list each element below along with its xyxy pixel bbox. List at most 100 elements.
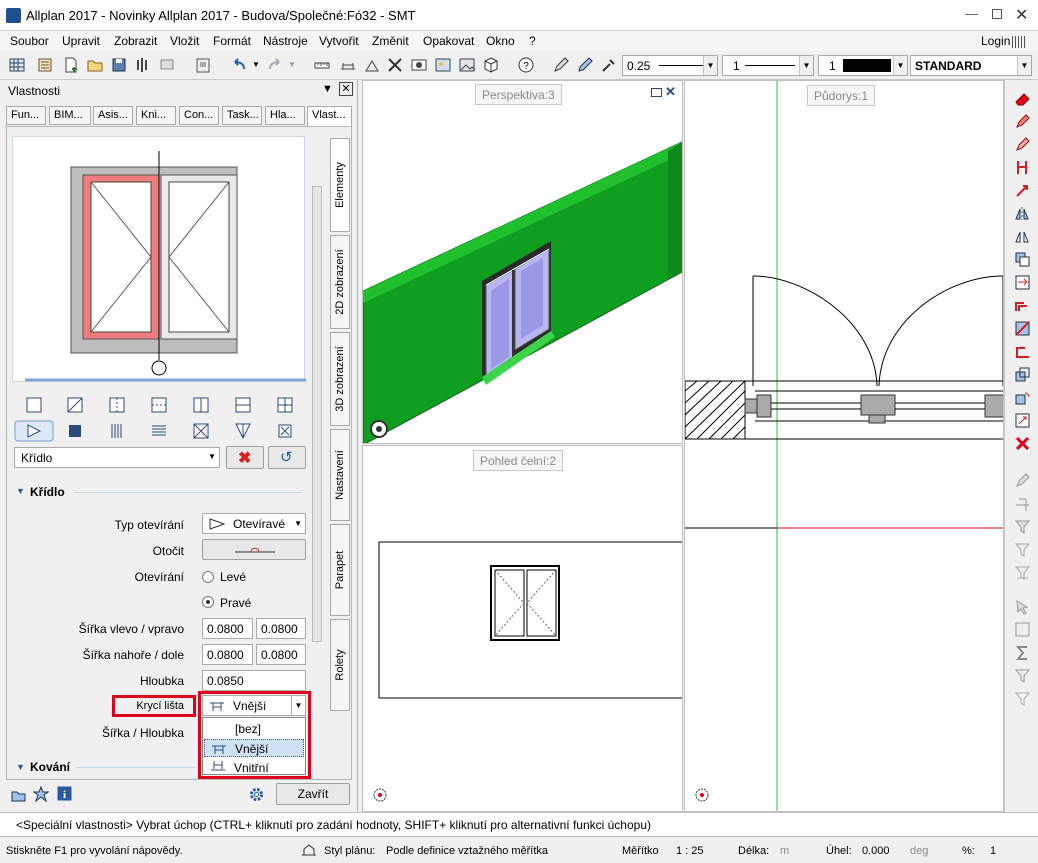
color-select[interactable]: 1 ▼ xyxy=(818,55,908,76)
tab-2d-zobrazeni[interactable]: 2D zobrazení xyxy=(330,235,350,329)
sirka-dole-input[interactable]: 0.0800 xyxy=(256,644,306,665)
tab-properties[interactable]: Vlast... xyxy=(307,106,352,127)
tab-assistant[interactable]: Asis... xyxy=(93,106,133,125)
delete-icon[interactable] xyxy=(1014,435,1031,452)
sash-solid-icon[interactable] xyxy=(64,420,86,442)
shape-cross-icon[interactable] xyxy=(274,394,296,416)
menu-vytvorit[interactable]: Vytvořit xyxy=(319,34,359,48)
erase-icon[interactable] xyxy=(1014,90,1031,107)
filter-icon[interactable] xyxy=(1014,667,1031,684)
pin-icon[interactable]: ▼ xyxy=(322,83,333,95)
disabled-filter-x-icon[interactable] xyxy=(1014,564,1031,581)
settings-gear-icon[interactable] xyxy=(248,786,265,803)
viewport-front[interactable]: Pohled čelní:2 xyxy=(362,445,683,812)
dimension-icon[interactable] xyxy=(363,56,381,74)
favorites-save-icon[interactable] xyxy=(33,786,50,803)
disabled-grid-icon[interactable] xyxy=(1014,621,1031,638)
rotate-element-icon[interactable] xyxy=(1014,389,1031,406)
eyedropper-icon[interactable] xyxy=(600,56,618,74)
menu-format[interactable]: Formát xyxy=(213,34,251,48)
hloubka-input[interactable]: 0.0850 xyxy=(202,670,306,691)
sum-icon[interactable] xyxy=(1014,644,1031,661)
measure-icon[interactable] xyxy=(339,56,357,74)
shape-horizontal-icon[interactable] xyxy=(148,394,170,416)
eye-icon[interactable] xyxy=(410,56,428,74)
extend-icon[interactable] xyxy=(1014,343,1031,360)
shape-transom-icon[interactable] xyxy=(232,394,254,416)
layers-icon[interactable] xyxy=(36,56,54,74)
copy-icon[interactable] xyxy=(1014,251,1031,268)
menu-upravit[interactable]: Upravit xyxy=(62,34,100,48)
preview-scrollbar[interactable] xyxy=(312,186,322,642)
rotate-button[interactable] xyxy=(202,539,306,560)
login-link[interactable]: Login xyxy=(981,34,1010,48)
redo-dropdown-icon[interactable]: ▼ xyxy=(288,60,296,69)
radio-leve[interactable] xyxy=(202,571,214,583)
help-icon[interactable]: ? xyxy=(517,56,535,74)
navigation-cube-icon[interactable] xyxy=(369,419,389,439)
redo-icon[interactable] xyxy=(266,56,284,74)
menu-soubor[interactable]: Soubor xyxy=(10,34,49,48)
viewport-maximize-icon[interactable] xyxy=(651,88,662,97)
image-icon[interactable] xyxy=(458,56,476,74)
scissors-icon[interactable] xyxy=(386,56,404,74)
scale-value[interactable]: 1 : 25 xyxy=(676,845,704,857)
delete-element-button[interactable]: ✖ xyxy=(226,446,264,469)
undo-icon[interactable] xyxy=(230,56,248,74)
pen-red-icon[interactable] xyxy=(1014,113,1031,130)
menu-zmenit[interactable]: Změnit xyxy=(372,34,409,48)
tab-elementy[interactable]: Elementy xyxy=(330,138,350,232)
viewport-perspective[interactable]: Perspektiva:3 ✕ xyxy=(362,80,683,444)
plan-style-value[interactable]: Podle definice vztažného měřítka xyxy=(386,845,548,857)
save-icon[interactable] xyxy=(110,56,128,74)
tab-library[interactable]: Kni... xyxy=(136,106,176,125)
mirror-copy-icon[interactable] xyxy=(1014,228,1031,245)
sirka-vlevo-input[interactable]: 0.0800 xyxy=(202,618,253,639)
offset-icon[interactable] xyxy=(1014,297,1031,314)
tab-3d-zobrazeni[interactable]: 3D zobrazení xyxy=(330,332,350,426)
command-line[interactable]: <Speciální vlastnosti> Vybrat úchop (CTR… xyxy=(0,812,1038,837)
cube-icon[interactable] xyxy=(482,56,500,74)
tab-layers[interactable]: Hla... xyxy=(265,106,305,125)
mirror-icon[interactable] xyxy=(1014,205,1031,222)
maximize-button[interactable] xyxy=(992,9,1002,19)
sirka-vpravo-input[interactable]: 0.0800 xyxy=(256,618,306,639)
pen-tool-icon[interactable] xyxy=(552,56,570,74)
option-vnejsi[interactable]: Vnější xyxy=(204,739,304,757)
menu-okno[interactable]: Okno xyxy=(486,34,515,48)
disabled-match-icon[interactable] xyxy=(1014,495,1031,512)
option-vnitrni[interactable]: Vnitřní xyxy=(204,758,304,775)
sash-down-icon[interactable] xyxy=(232,420,254,442)
close-panel-button[interactable]: Zavřít xyxy=(276,783,350,805)
viewport-close-icon[interactable]: ✕ xyxy=(665,84,676,100)
open-folder-icon[interactable] xyxy=(86,56,104,74)
shape-pivot-icon[interactable] xyxy=(106,394,128,416)
new-doc-icon[interactable] xyxy=(62,56,80,74)
close-window-button[interactable]: ✕ xyxy=(1015,5,1028,25)
grid-icon[interactable] xyxy=(8,56,26,74)
shape-double-icon[interactable] xyxy=(190,394,212,416)
angle-value[interactable]: 0.000 xyxy=(862,845,890,857)
zoom-element-icon[interactable] xyxy=(1014,412,1031,429)
tab-functions[interactable]: Fun... xyxy=(6,106,46,125)
clipboard-icon[interactable] xyxy=(194,56,212,74)
menu-zobrazit[interactable]: Zobrazit xyxy=(114,34,157,48)
minimize-button[interactable]: — xyxy=(965,6,981,22)
menu-nastroje[interactable]: Nástroje xyxy=(263,34,308,48)
shape-fixed-icon[interactable] xyxy=(23,394,45,416)
tab-tasks[interactable]: Task... xyxy=(222,106,262,125)
menu-vlozit[interactable]: Vložit xyxy=(170,34,199,48)
trim-icon[interactable] xyxy=(1014,320,1031,337)
disabled-select-icon[interactable] xyxy=(1014,598,1031,615)
pencil-icon[interactable] xyxy=(576,56,594,74)
undo-dropdown-icon[interactable]: ▼ xyxy=(252,60,260,69)
panel-close-button[interactable]: ✕ xyxy=(339,82,353,96)
window-preview[interactable] xyxy=(12,136,306,382)
disabled-pen-icon[interactable] xyxy=(1014,472,1031,489)
move-icon[interactable] xyxy=(1014,182,1031,199)
disabled-filter-add-icon[interactable] xyxy=(1014,541,1031,558)
viewport-plan[interactable]: Půdorys:1 xyxy=(684,80,1004,812)
tab-nastaveni[interactable]: Nastavení xyxy=(330,429,350,521)
mirror-move-icon[interactable] xyxy=(1014,159,1031,176)
sync-icon[interactable] xyxy=(133,56,151,74)
